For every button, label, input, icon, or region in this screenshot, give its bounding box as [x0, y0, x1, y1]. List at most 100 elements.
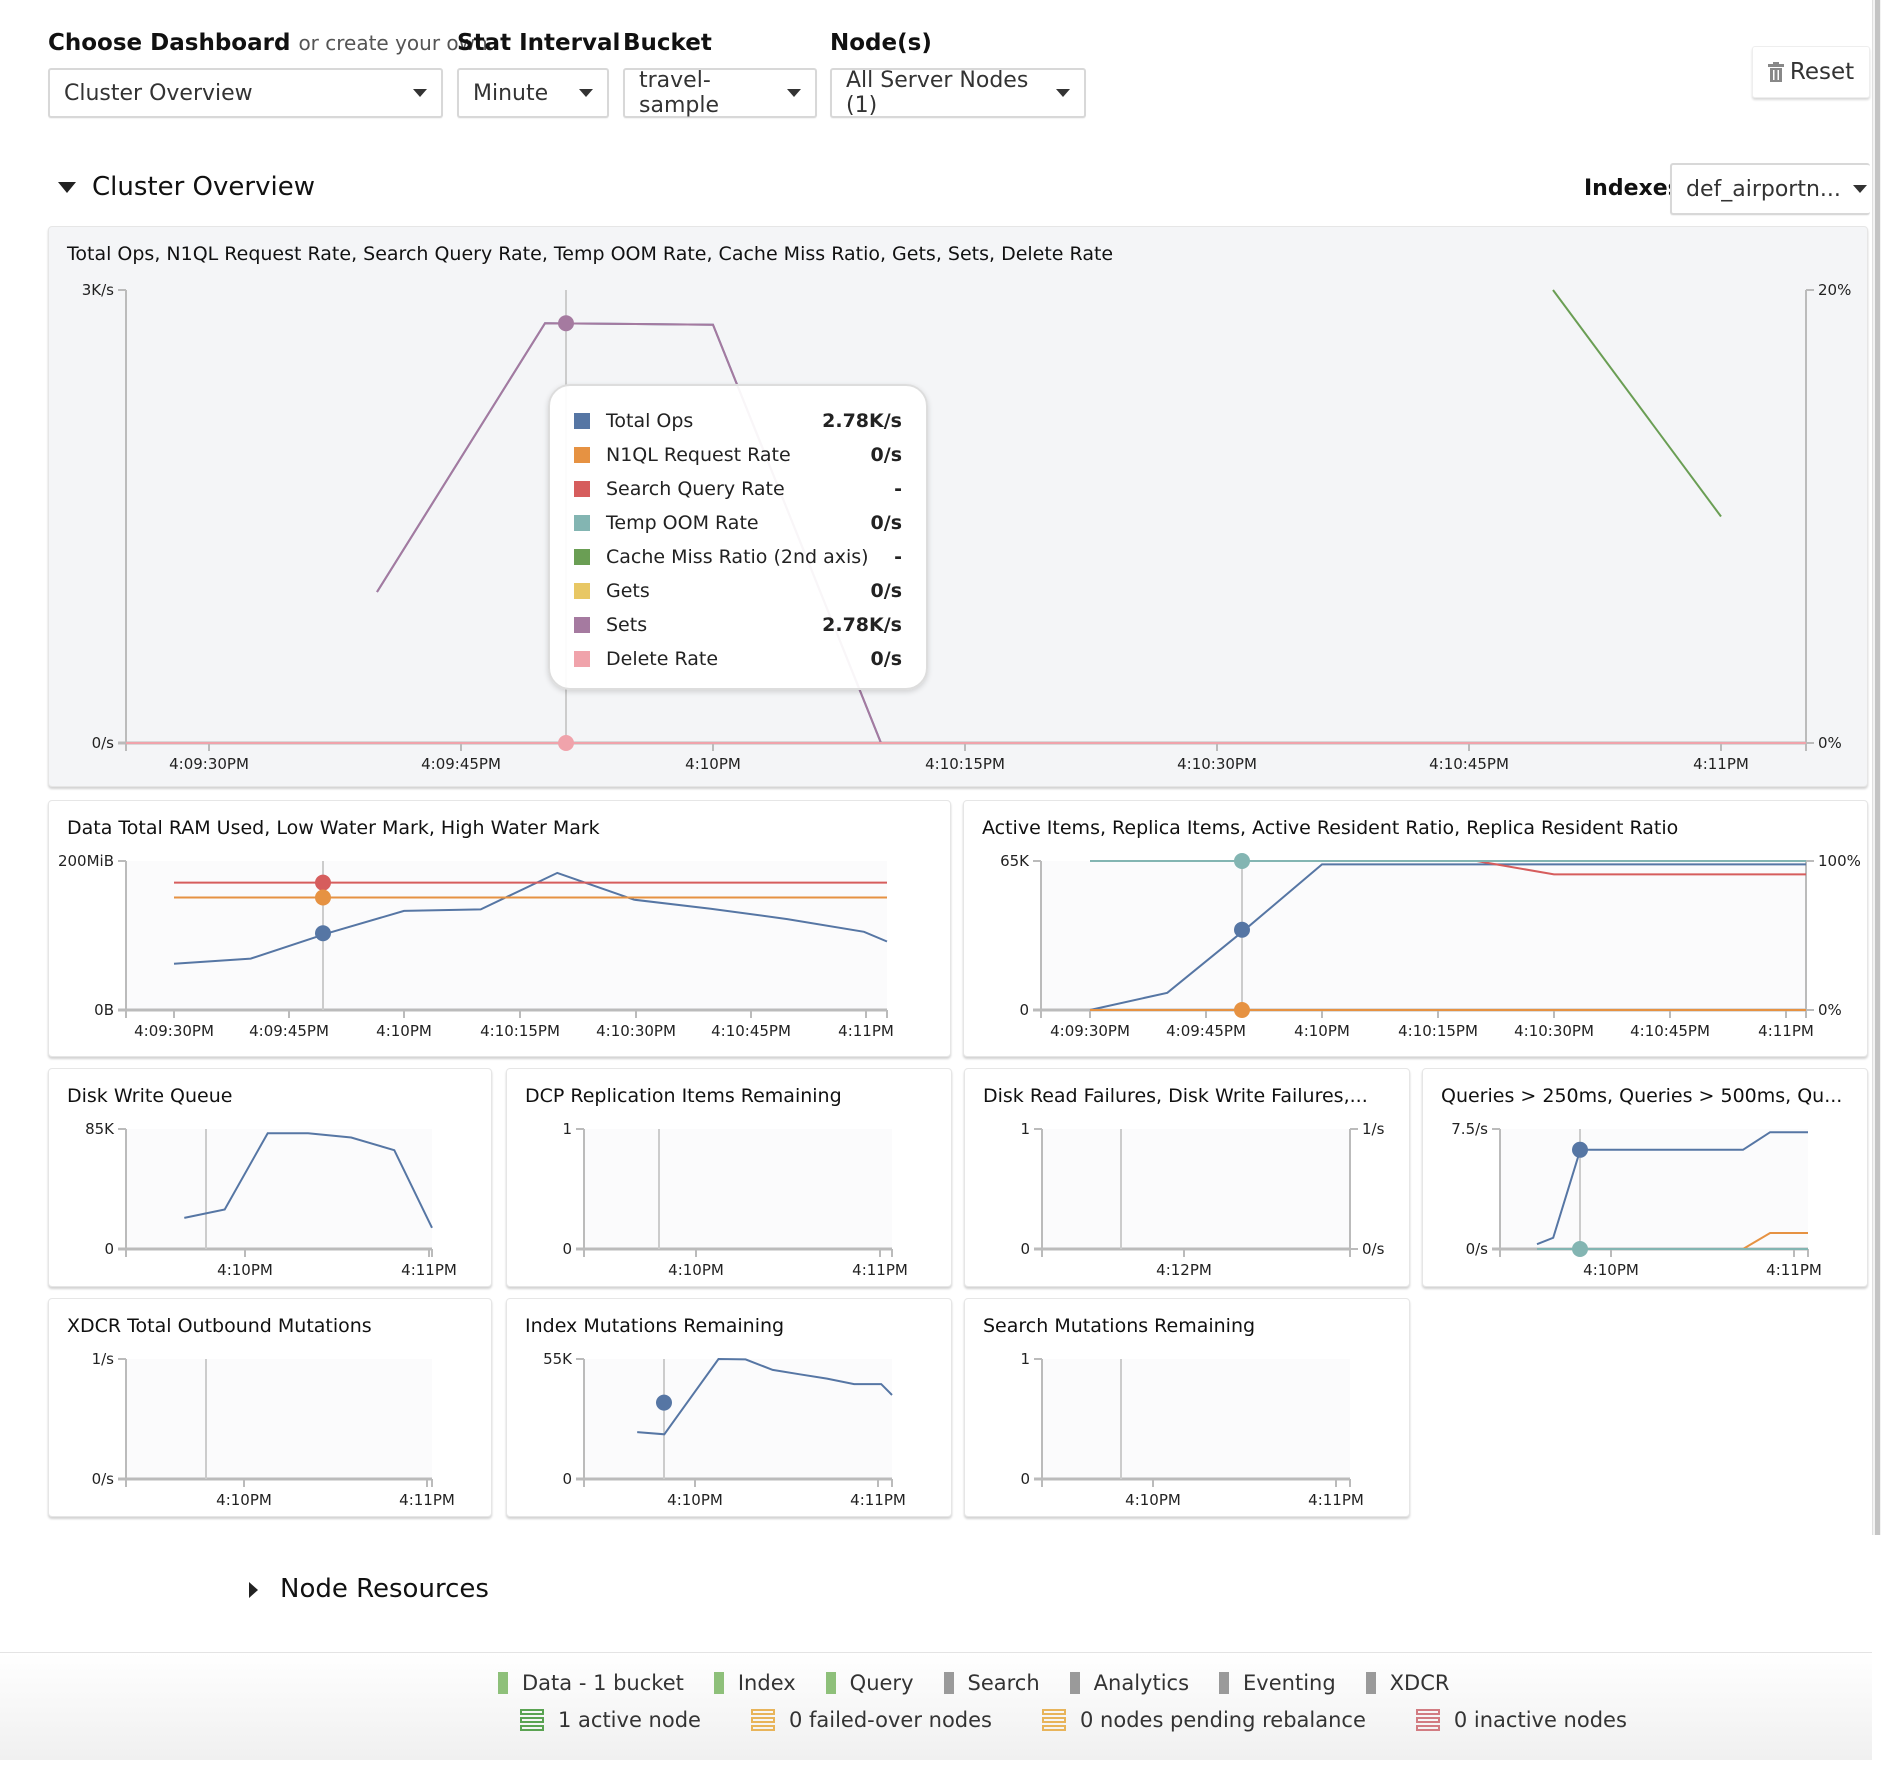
chart-card-search-mutations: Search Mutations Remaining 0 1 4:10PM 4:11P… — [964, 1298, 1410, 1517]
y-tick-label: 55K — [543, 1350, 573, 1368]
y-tick-label: 3K/s — [82, 281, 114, 299]
y-tick-label: 0/s — [92, 1470, 115, 1488]
tooltip-row: Delete Rate 0/s — [574, 642, 902, 676]
chart-card-dcp: DCP Replication Items Remaining 0 1 4:10PM… — [506, 1068, 952, 1287]
status-footer: Data - 1 bucket Index Query Search Analytics… — [0, 1652, 1872, 1760]
queries-chart[interactable]: 0/s 7.5/s 4:10PM 4:11PM — [1423, 1069, 1869, 1288]
dcp-chart[interactable]: 0 1 4:10PM 4:11PM — [507, 1069, 953, 1288]
service-item[interactable]: Index — [713, 1671, 796, 1695]
tooltip-series-value: - — [894, 546, 902, 568]
legend-swatch — [574, 549, 590, 565]
y-tick-label: 0/s — [92, 734, 115, 752]
xdcr-chart[interactable]: 0/s 1/s 4:10PM 4:11PM — [49, 1299, 493, 1518]
tooltip-series-name: Sets — [606, 614, 648, 636]
x-tick-label: 4:11PM — [852, 1261, 908, 1279]
items-chart[interactable]: 0 65K 0% 100% 4:09:30PM 4:09:45PM 4:10PM 4:10:1… — [964, 801, 1869, 1058]
plot-background — [584, 1129, 892, 1249]
collapse-caret-icon[interactable] — [58, 182, 76, 193]
x-tick-label: 4:10:45PM — [1630, 1022, 1710, 1040]
ram-chart[interactable]: 0B 200MiB 4:09:30PM 4:09:45PM 4:10PM 4:10:15P… — [49, 801, 952, 1058]
indexes-select[interactable]: def_airportn... — [1670, 163, 1870, 215]
service-status-icon — [498, 1672, 508, 1694]
service-item[interactable]: Eventing — [1219, 1671, 1336, 1695]
plot-area: 0/s 3K/s 0% 20% 4:09:30PM 4:09:45PM 4:10PM 4:10… — [82, 281, 1852, 773]
node-status-label: 0 failed-over nodes — [788, 1708, 992, 1732]
legend-swatch — [574, 481, 590, 497]
service-item[interactable]: Analytics — [1069, 1671, 1190, 1695]
tooltip-series-value: 0/s — [870, 444, 902, 466]
plot-background — [1041, 861, 1806, 1010]
ops-chart[interactable]: 0/s 3K/s 0% 20% 4:09:30PM 4:09:45PM 4:10PM 4:10… — [49, 227, 1869, 788]
scrollbar-thumb[interactable] — [1875, 0, 1880, 1535]
stat-interval-select[interactable]: Minute — [457, 68, 609, 118]
node-status-item[interactable]: 0 failed-over nodes — [750, 1708, 992, 1732]
hover-marker — [315, 925, 331, 942]
y2-tick-label: 0% — [1818, 1001, 1842, 1019]
service-status-icon — [1219, 1672, 1230, 1694]
tooltip-series-name: Search Query Rate — [606, 478, 785, 500]
chart-card-items: Active Items, Replica Items, Active Resi… — [963, 800, 1868, 1057]
service-item[interactable]: Data - 1 bucket — [498, 1671, 684, 1695]
y-tick-label: 0 — [104, 1240, 114, 1258]
service-status-icon — [943, 1672, 954, 1694]
search-mutations-chart[interactable]: 0 1 4:10PM 4:11PM — [965, 1299, 1411, 1518]
x-tick-label: 4:10:15PM — [480, 1022, 560, 1040]
bucket-select[interactable]: travel-sample — [623, 68, 817, 118]
service-item[interactable]: Query — [825, 1671, 914, 1695]
expand-caret-icon[interactable] — [249, 1582, 258, 1598]
section-title[interactable]: Cluster Overview — [92, 172, 315, 202]
node-resources-title[interactable]: Node Resources — [280, 1574, 489, 1604]
node-status-label: 1 active node — [558, 1708, 701, 1732]
service-label: XDCR — [1389, 1671, 1450, 1695]
index-mutations-chart[interactable]: 0 55K 4:10PM 4:11PM — [507, 1299, 953, 1518]
service-item[interactable]: XDCR — [1365, 1671, 1450, 1695]
disk-write-queue-chart[interactable]: 0 85K 4:10PM 4:11PM — [49, 1069, 493, 1288]
legend-swatch — [574, 515, 590, 531]
hover-marker — [656, 1394, 672, 1411]
plot-area: 0 1 4:10PM 4:11PM — [1020, 1350, 1363, 1509]
nodes-select[interactable]: All Server Nodes (1) — [830, 68, 1086, 118]
x-tick-label: 4:09:30PM — [134, 1022, 214, 1040]
tooltip-series-name: Total Ops — [606, 410, 694, 432]
x-tick-label: 4:10:15PM — [925, 755, 1005, 773]
service-label: Analytics — [1093, 1671, 1190, 1695]
service-item[interactable]: Search — [943, 1671, 1040, 1695]
plot-background — [1042, 1359, 1350, 1479]
tooltip-series-name: Gets — [606, 580, 650, 602]
legend-swatch — [574, 447, 590, 463]
tooltip-series-value: 2.78K/s — [822, 614, 902, 636]
reset-button[interactable]: Reset — [1752, 46, 1870, 98]
tooltip-row: Gets 0/s — [574, 574, 902, 608]
tooltip-series-value: 0/s — [870, 648, 902, 670]
x-tick-label: 4:09:45PM — [249, 1022, 329, 1040]
tooltip-series-value: 0/s — [870, 580, 902, 602]
disk-failures-chart[interactable]: 0 1 0/s 1/s 4:12PM — [965, 1069, 1411, 1288]
hover-marker — [558, 735, 574, 751]
x-tick-label: 4:11PM — [1693, 755, 1749, 773]
y-tick-label: 65K — [1000, 852, 1030, 870]
x-tick-label: 4:10PM — [376, 1022, 432, 1040]
node-status-item[interactable]: 0 inactive nodes — [1415, 1708, 1627, 1732]
legend-swatch — [574, 617, 590, 633]
plot-area: 0/s 7.5/s 4:10PM 4:11PM — [1451, 1120, 1822, 1279]
bucket-label: Bucket — [623, 30, 712, 56]
scrollbar[interactable] — [1872, 0, 1881, 1535]
y-tick-label: 0 — [1020, 1240, 1030, 1258]
tooltip-series-name: Delete Rate — [606, 648, 719, 670]
y-tick-label: 200MiB — [58, 852, 114, 870]
y-tick-label: 0B — [94, 1001, 114, 1019]
chevron-down-icon — [1852, 185, 1867, 193]
tooltip-series-value: - — [894, 478, 902, 500]
node-status-item[interactable]: 0 nodes pending rebalance — [1042, 1708, 1366, 1732]
tooltip-row: Search Query Rate - — [574, 472, 902, 506]
y-tick-label: 0 — [1020, 1470, 1030, 1488]
x-tick-label: 4:10PM — [1583, 1261, 1639, 1279]
chart-card-xdcr: XDCR Total Outbound Mutations 0/s 1/s 4:10… — [48, 1298, 492, 1517]
plot-area: 0 1 0/s 1/s 4:12PM — [1020, 1120, 1384, 1279]
node-status-item[interactable]: 1 active node — [520, 1708, 701, 1732]
legend-swatch — [574, 413, 590, 429]
plot-background — [1042, 1129, 1350, 1249]
x-tick-label: 4:09:45PM — [1166, 1022, 1246, 1040]
dashboard-select[interactable]: Cluster Overview — [48, 68, 443, 118]
x-tick-label: 4:12PM — [1156, 1261, 1212, 1279]
